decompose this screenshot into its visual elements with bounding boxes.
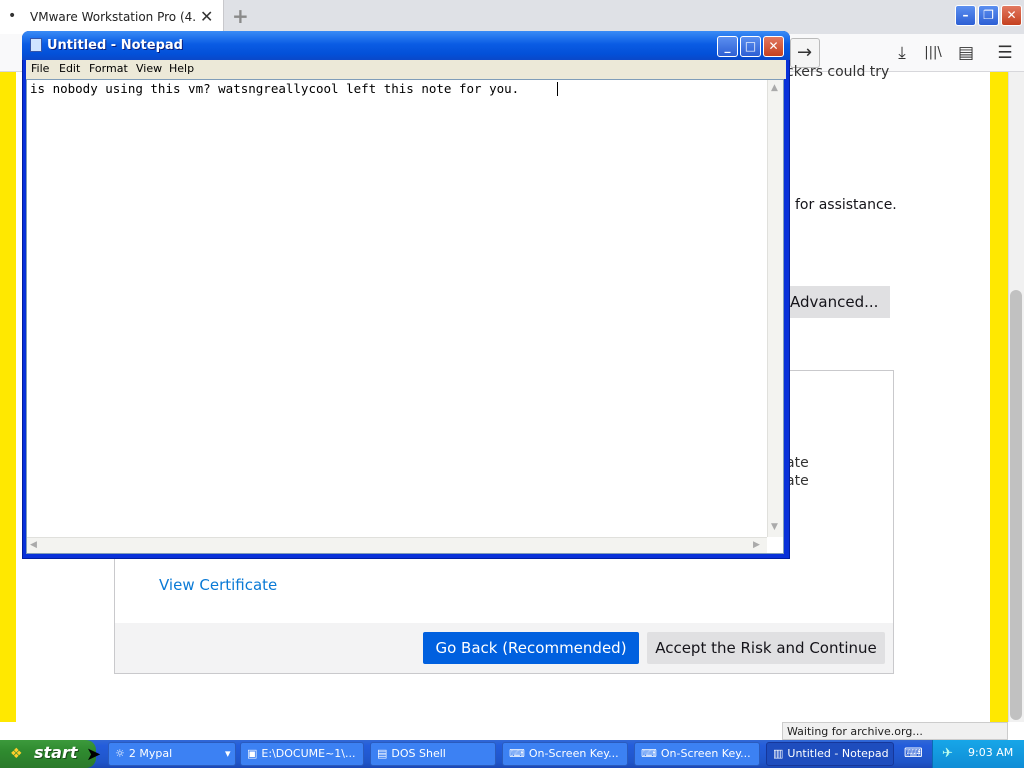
- mouse-cursor-icon: ➤: [86, 744, 102, 765]
- scroll-down-icon[interactable]: ▼: [771, 522, 778, 532]
- page-left-border: [0, 72, 16, 722]
- notepad-maximize-button[interactable]: □: [740, 36, 761, 57]
- folder-icon: ▤: [377, 747, 388, 760]
- menu-file[interactable]: File: [31, 62, 49, 75]
- scroll-right-icon[interactable]: ▶: [753, 540, 760, 550]
- task-label: E:\DOCUME~1\...: [261, 747, 356, 760]
- notepad-text-area[interactable]: [26, 79, 784, 554]
- start-label: start: [34, 743, 78, 762]
- task-label: On-Screen Key...: [528, 747, 619, 760]
- download-icon[interactable]: ⤓: [889, 41, 915, 65]
- task-label: DOS Shell: [391, 747, 446, 760]
- task-label: Untitled - Notepad: [787, 747, 889, 760]
- scroll-left-icon[interactable]: ◀: [30, 540, 37, 550]
- mypal-icon: ☼: [115, 747, 125, 760]
- browser-close-button[interactable]: ✕: [1001, 5, 1022, 26]
- notepad-content[interactable]: is nobody using this vm? watsngreallycoo…: [30, 81, 760, 96]
- forward-arrow-icon: →: [797, 42, 813, 63]
- task-label: 2 Mypal: [128, 747, 173, 760]
- browser-status-text: Waiting for archive.org...: [782, 722, 1008, 740]
- keyboard-icon: ⌨: [641, 747, 657, 760]
- menu-edit[interactable]: Edit: [59, 62, 80, 75]
- notepad-title: Untitled - Notepad: [47, 38, 183, 53]
- warning-text-fragment: ckers could try: [786, 64, 890, 80]
- sidebar-icon[interactable]: ▤: [953, 41, 979, 65]
- scroll-up-icon[interactable]: ▲: [771, 83, 778, 93]
- task-command-prompt[interactable]: ▣ E:\DOCUME~1\...: [240, 742, 364, 766]
- console-icon: ▣: [247, 747, 258, 760]
- windows-logo-icon: ❖: [10, 746, 23, 762]
- task-on-screen-keyboard-1[interactable]: ⌨ On-Screen Key...: [502, 742, 628, 766]
- view-certificate-link[interactable]: View Certificate: [159, 576, 277, 594]
- notepad-horizontal-scrollbar[interactable]: ◀ ▶: [27, 537, 767, 553]
- go-back-button[interactable]: Go Back (Recommended): [423, 632, 639, 664]
- notepad-minimize-button[interactable]: _: [717, 36, 738, 57]
- accept-risk-button[interactable]: Accept the Risk and Continue: [647, 632, 885, 664]
- task-dos-shell[interactable]: ▤ DOS Shell: [370, 742, 496, 766]
- clock: 9:03 AM: [968, 746, 1014, 759]
- hamburger-menu-icon[interactable]: ☰: [992, 41, 1018, 65]
- text-caret: [557, 82, 558, 96]
- task-notepad[interactable]: ▥ Untitled - Notepad: [766, 742, 894, 766]
- advanced-button[interactable]: Advanced...: [780, 286, 890, 318]
- page-scroll-thumb[interactable]: [1010, 290, 1022, 720]
- tab-loading-indicator: •: [8, 8, 17, 24]
- task-label: On-Screen Key...: [660, 747, 751, 760]
- new-tab-icon[interactable]: +: [232, 4, 249, 28]
- keyboard-layout-icon[interactable]: ⌨: [904, 746, 923, 761]
- notepad-icon: [30, 38, 42, 52]
- task-on-screen-keyboard-2[interactable]: ⌨ On-Screen Key...: [634, 742, 760, 766]
- tab-close-icon[interactable]: ✕: [200, 7, 213, 26]
- notepad-close-button[interactable]: ✕: [763, 36, 784, 57]
- assistance-text-fragment: for assistance.: [795, 197, 897, 213]
- page-right-border: [990, 72, 1008, 722]
- browser-restore-button[interactable]: ❐: [978, 5, 999, 26]
- library-icon[interactable]: |||\: [920, 41, 946, 65]
- notepad-icon: ▥: [773, 747, 784, 760]
- menu-format[interactable]: Format: [89, 62, 128, 75]
- network-icon[interactable]: ✈: [942, 746, 953, 761]
- group-dropdown-icon: ▾: [225, 747, 231, 760]
- task-mypal[interactable]: ☼ 2 Mypal ▾: [108, 742, 236, 766]
- keyboard-icon: ⌨: [509, 747, 525, 760]
- notepad-vertical-scrollbar[interactable]: ▲ ▼: [767, 80, 783, 537]
- menu-help[interactable]: Help: [169, 62, 194, 75]
- menu-view[interactable]: View: [136, 62, 162, 75]
- tab-title[interactable]: VMware Workstation Pro (4.53 - 1: [30, 10, 195, 24]
- browser-minimize-button[interactable]: –: [955, 5, 976, 26]
